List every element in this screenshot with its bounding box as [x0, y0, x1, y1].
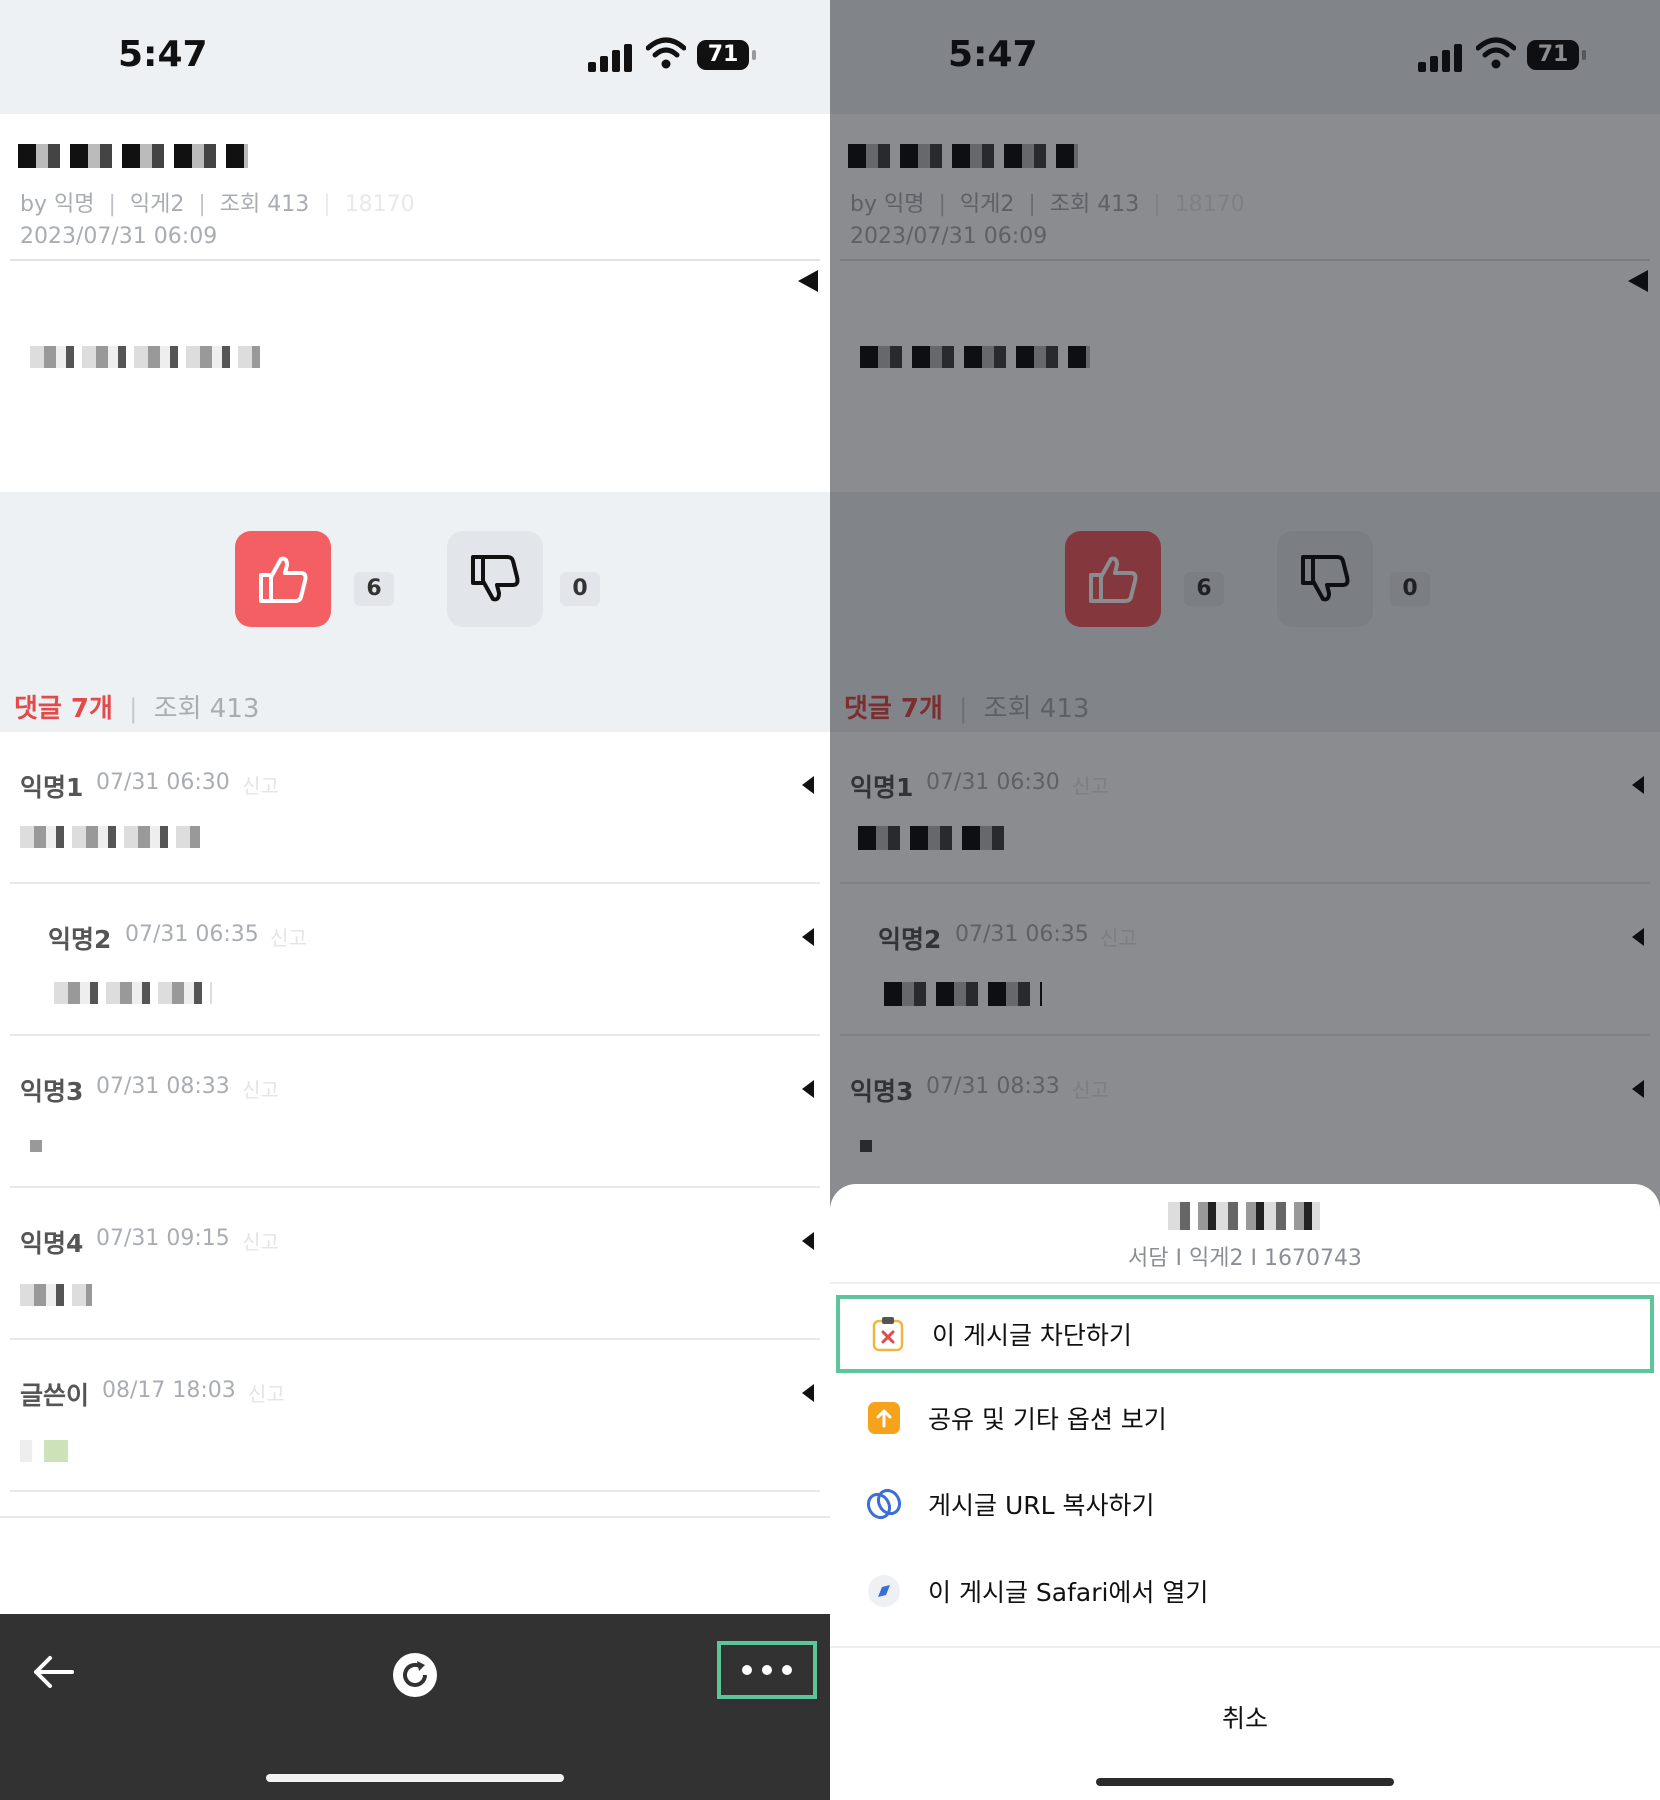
like-count: 6 — [354, 572, 394, 606]
comment-menu-arrow-icon[interactable] — [802, 1232, 814, 1250]
post-views: 조회 413 — [219, 192, 310, 217]
comments-header: 댓글 7개 | 조회 413 — [14, 694, 260, 724]
right-screen: 5:47 71 by 익명 | 익게2 | 조회 413 | 18170 2023/07/3… — [830, 0, 1660, 1800]
battery-icon: 71 — [697, 40, 756, 70]
home-indicator — [1096, 1778, 1394, 1786]
comment-time: 07/31 06:35 — [125, 922, 259, 947]
status-bar: 5:47 71 — [0, 0, 830, 114]
comment-item: 글쓴이 08/17 18:03 신고 — [0, 1340, 830, 1492]
sheet-title-redacted — [1168, 1202, 1320, 1230]
comment-author: 익명1 — [20, 773, 84, 802]
vote-area: 6 0 댓글 7개 | 조회 413 — [0, 492, 830, 732]
bottom-toolbar — [0, 1614, 830, 1800]
comment-body-redacted — [20, 1284, 92, 1306]
comment-body-redacted — [20, 1440, 68, 1462]
action-sheet: 서담 I 익게2 I 1670743 이 게시글 차단하기 공유 및 기타 옵션… — [830, 1184, 1660, 1800]
more-dot-icon — [782, 1665, 792, 1675]
share-option[interactable]: 공유 및 기타 옵션 보기 — [836, 1379, 1654, 1457]
refresh-icon[interactable] — [392, 1652, 438, 1698]
safari-icon — [868, 1575, 900, 1607]
open-in-safari-option[interactable]: 이 게시글 Safari에서 열기 — [836, 1552, 1654, 1630]
comment-time: 07/31 09:15 — [96, 1226, 230, 1251]
like-button[interactable] — [235, 531, 331, 627]
link-icon — [866, 1488, 902, 1520]
block-post-icon — [872, 1317, 904, 1352]
cellular-signal-icon — [588, 42, 638, 72]
dislike-count: 0 — [560, 572, 600, 606]
divider — [830, 1646, 1660, 1648]
comment-item: 익명2 07/31 06:35 신고 — [0, 884, 830, 1036]
comment-time: 08/17 18:03 — [102, 1378, 236, 1403]
cancel-button[interactable]: 취소 — [830, 1669, 1660, 1769]
divider — [830, 1282, 1660, 1284]
comment-author: 익명4 — [20, 1229, 84, 1258]
post-board: 익게2 — [129, 192, 185, 217]
comment-item: 익명4 07/31 09:15 신고 — [0, 1188, 830, 1340]
report-link[interactable]: 신고 — [248, 1378, 285, 1407]
comments-views: 조회 413 — [153, 694, 260, 724]
dislike-button[interactable] — [447, 531, 543, 627]
post-header: by 익명 | 익게2 | 조회 413 | 18170 2023/07/31 06:09 — [0, 114, 830, 492]
comment-menu-arrow-icon[interactable] — [802, 1384, 814, 1402]
block-post-option[interactable]: 이 게시글 차단하기 — [836, 1295, 1654, 1373]
comment-menu-arrow-icon[interactable] — [802, 1080, 814, 1098]
report-link[interactable]: 신고 — [242, 1074, 279, 1103]
report-link[interactable]: 신고 — [242, 770, 279, 799]
comment-body-redacted — [54, 982, 212, 1004]
comment-item: 익명3 07/31 08:33 신고 — [0, 1036, 830, 1188]
comment-menu-arrow-icon[interactable] — [802, 776, 814, 794]
report-link[interactable]: 신고 — [270, 922, 307, 951]
status-time: 5:47 — [118, 34, 208, 75]
comment-item: 익명1 07/31 06:30 신고 — [0, 732, 830, 884]
wifi-icon — [646, 37, 686, 69]
divider — [10, 259, 820, 261]
thumbs-down-icon — [471, 555, 520, 602]
more-options-button[interactable] — [717, 1641, 817, 1699]
thumbs-up-icon — [259, 556, 308, 603]
home-indicator — [266, 1774, 564, 1782]
more-dot-icon — [762, 1665, 772, 1675]
post-body-redacted — [30, 346, 260, 368]
collapse-arrow-icon[interactable] — [798, 270, 818, 292]
post-date: 2023/07/31 06:09 — [20, 224, 218, 249]
divider — [0, 1516, 830, 1518]
comment-body-redacted — [20, 826, 200, 848]
comment-author: 익명2 — [48, 925, 112, 954]
post-meta: by 익명 | 익게2 | 조회 413 | 18170 — [20, 192, 415, 217]
copy-url-label: 게시글 URL 복사하기 — [928, 1491, 1155, 1520]
comment-count: 댓글 7개 — [14, 694, 113, 724]
post-author: by 익명 — [20, 192, 95, 217]
share-label: 공유 및 기타 옵션 보기 — [928, 1405, 1167, 1434]
comment-author: 글쓴이 — [20, 1381, 90, 1410]
copy-url-option[interactable]: 게시글 URL 복사하기 — [836, 1465, 1654, 1543]
share-icon — [868, 1402, 900, 1434]
post-id-faint: 18170 — [344, 192, 415, 217]
comment-author: 익명3 — [20, 1077, 84, 1106]
more-dot-icon — [742, 1665, 752, 1675]
left-screen: 5:47 71 by 익명 | 익게2 | 조회 413 | 18170 2023/07/3… — [0, 0, 830, 1800]
comment-time: 07/31 06:30 — [96, 770, 230, 795]
comment-time: 07/31 08:33 — [96, 1074, 230, 1099]
report-link[interactable]: 신고 — [242, 1226, 279, 1255]
comment-body-redacted — [30, 1140, 42, 1152]
post-title-redacted — [18, 144, 248, 168]
back-arrow-icon[interactable] — [32, 1654, 74, 1690]
block-post-label: 이 게시글 차단하기 — [932, 1321, 1132, 1350]
open-in-safari-label: 이 게시글 Safari에서 열기 — [928, 1578, 1209, 1607]
comment-menu-arrow-icon[interactable] — [802, 928, 814, 946]
sheet-subtitle: 서담 I 익게2 I 1670743 — [1128, 1246, 1362, 1271]
